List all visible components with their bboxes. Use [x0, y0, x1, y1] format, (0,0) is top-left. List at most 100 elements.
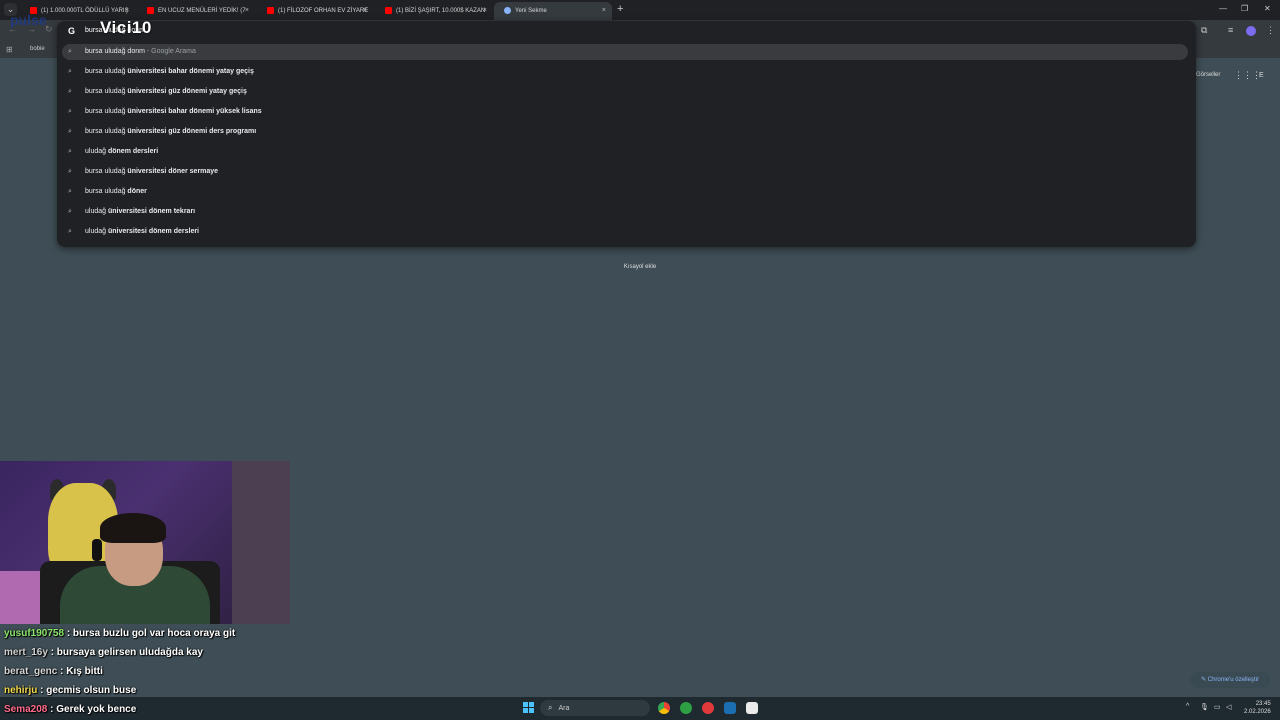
- tab-close-icon[interactable]: ×: [602, 2, 606, 20]
- tab-label: (1) BİZİ ŞAŞIRT, 10.000$ KAZAN: [396, 8, 486, 14]
- suggestion-item[interactable]: ⌕ bursa uludağ döner: [68, 186, 147, 198]
- suggestion-prefix: bursa uludağ: [85, 88, 128, 95]
- clock[interactable]: 23:45 2.02.2026: [1244, 700, 1271, 716]
- chat-message: yusuf190758 : bursa buzlu gol var hoca o…: [4, 628, 235, 639]
- account-avatar[interactable]: E: [1259, 72, 1264, 79]
- stream-title: Vici10: [100, 18, 152, 37]
- suggestion-item[interactable]: ⌕ bursa uludağ üniversitesi bahar dönemi …: [68, 106, 262, 118]
- close-window-icon[interactable]: ✕: [1264, 4, 1271, 13]
- clock-date: 2.02.2026: [1244, 709, 1271, 715]
- suggestion-prefix: bursa uludağ: [85, 128, 128, 135]
- chat-username: nehirju: [4, 685, 38, 696]
- search-icon: ⌕: [68, 148, 72, 155]
- tab-label: Yeni Sekme: [515, 8, 547, 14]
- chat-message: mert_16y : bursaya gelirsen uludağda kay: [4, 647, 203, 658]
- suggestion-prefix: uludağ: [85, 208, 108, 215]
- chat-text: : gecmis olsun buse: [37, 685, 137, 696]
- network-icon[interactable]: ▭: [1214, 703, 1221, 711]
- tab-5-active[interactable]: Yeni Sekme ×: [494, 2, 612, 20]
- minimize-icon[interactable]: —: [1219, 4, 1227, 13]
- suggestion-item[interactable]: ⌕ bursa uludağ üniversitesi güz dönemi ya…: [68, 86, 247, 98]
- chat-username: Sema208: [4, 704, 48, 715]
- search-icon: ⌕: [68, 228, 72, 235]
- tray-overflow-icon[interactable]: ^: [1186, 703, 1189, 710]
- streamer-hair: [100, 513, 166, 543]
- youtube-icon: [147, 6, 154, 14]
- suggestion-prefix: bursa uludağ: [85, 108, 128, 115]
- google-apps-icon[interactable]: ⋮⋮⋮: [1234, 70, 1261, 81]
- suggestion-item[interactable]: ⌕ bursa uludağ üniversitesi bahar dönemi …: [68, 66, 254, 78]
- google-icon: G: [68, 26, 76, 36]
- chat-text: : bursa buzlu gol var hoca oraya git: [64, 628, 236, 639]
- headset: [92, 539, 102, 561]
- tab-4[interactable]: (1) BİZİ ŞAŞIRT, 10.000$ KAZAN ×: [375, 2, 493, 20]
- search-icon: ⌕: [68, 48, 72, 55]
- add-shortcut-label[interactable]: Kısayol ekle: [612, 264, 668, 270]
- chat-username: yusuf190758: [4, 628, 65, 639]
- suggestion-prefix: bursa uludağ: [85, 188, 128, 195]
- search-icon: ⌕: [68, 88, 72, 95]
- taskbar-search[interactable]: ⌕ Ara: [540, 700, 650, 716]
- suggestion-item[interactable]: ⌕ uludağ dönem dersleri: [68, 146, 158, 158]
- restore-icon[interactable]: ❐: [1241, 4, 1248, 13]
- steam-icon[interactable]: [724, 702, 736, 714]
- tab-3[interactable]: (1) FİLOZOF ORHAN EV ZİYARE ×: [257, 2, 373, 20]
- suggestion-completion: üniversitesi döner sermaye: [127, 168, 219, 175]
- chrome-taskbar-icon[interactable]: [658, 702, 670, 714]
- new-tab-button[interactable]: +: [617, 3, 623, 15]
- suggestion-completion: üniversitesi bahar dönemi yatay geçiş: [127, 68, 254, 75]
- tab-close-icon[interactable]: ×: [483, 2, 487, 20]
- stream-logo: pulse: [10, 12, 47, 28]
- suggestion-item[interactable]: ⌕ uludağ üniversitesi dönem dersleri: [68, 226, 199, 238]
- tab-label: (1) FİLOZOF ORHAN EV ZİYARE: [278, 8, 369, 14]
- search-placeholder: Ara: [558, 705, 570, 712]
- customize-chrome-button[interactable]: ✎ Chrome'u özelleştir: [1190, 672, 1270, 688]
- tab-label: EN UCUZ MENÜLERİ YEDİK! (7: [158, 8, 246, 14]
- suggestion-item[interactable]: ⌕ uludağ üniversitesi dönem tekrarı: [68, 206, 195, 218]
- images-link[interactable]: Görseller: [1196, 72, 1220, 78]
- tab-close-icon[interactable]: ×: [245, 2, 249, 20]
- tab-close-icon[interactable]: ×: [363, 2, 367, 20]
- suggestion-completion: döner: [127, 188, 147, 195]
- profile-avatar[interactable]: [1246, 26, 1256, 36]
- suggestion-prefix: uludağ: [85, 148, 108, 155]
- tab-2[interactable]: EN UCUZ MENÜLERİ YEDİK! (7 ×: [137, 2, 255, 20]
- search-icon: ⌕: [68, 188, 72, 195]
- tab-label: (1) 1.000.000TL ÖDÜLLÜ YARIŞ: [41, 8, 129, 14]
- suggestion-item[interactable]: ⌕ bursa uludağ donm - Google Arama: [68, 46, 196, 58]
- xbox-icon[interactable]: [680, 702, 692, 714]
- suggestion-completion: üniversitesi güz dönemi ders programı: [127, 128, 257, 135]
- bookmark-item[interactable]: bobie: [30, 46, 45, 52]
- chat-text: : bursaya gelirsen uludağda kay: [47, 647, 203, 658]
- menu-icon[interactable]: ⋮: [1266, 25, 1275, 36]
- suggestion-item[interactable]: ⌕ bursa uludağ üniversitesi güz dönemi de…: [68, 126, 256, 138]
- youtube-icon: [267, 6, 274, 14]
- search-icon: ⌕: [68, 168, 72, 175]
- search-icon: ⌕: [68, 208, 72, 215]
- chat-text: : Gerek yok bence: [47, 704, 137, 715]
- suggestion-completion: üniversitesi bahar dönemi yüksek lisans: [127, 108, 262, 115]
- webcam-overlay: [0, 461, 290, 624]
- webcam-wall: [232, 461, 290, 624]
- media-icon[interactable]: ≡: [1228, 25, 1233, 35]
- suggestion-completion: üniversitesi dönem dersleri: [107, 228, 200, 235]
- windows-start-icon[interactable]: [523, 702, 535, 714]
- chat-message: berat_genc : Kış bitti: [4, 666, 103, 677]
- capcut-icon[interactable]: [746, 702, 758, 714]
- suggestion-item[interactable]: ⌕ bursa uludağ üniversitesi döner sermaye: [68, 166, 218, 178]
- app-icon[interactable]: [702, 702, 714, 714]
- clock-time: 23:45: [1255, 701, 1271, 707]
- microphone-icon[interactable]: 🎙: [1200, 703, 1209, 711]
- suggestion-highlight: [62, 44, 1188, 60]
- extensions-icon[interactable]: ⧉: [1201, 25, 1207, 36]
- suggestion-prefix: bursa uludağ donm: [85, 48, 145, 55]
- apps-icon[interactable]: ⊞: [6, 45, 13, 54]
- search-icon: ⌕: [68, 108, 72, 115]
- youtube-icon: [385, 6, 392, 14]
- search-icon: ⌕: [68, 128, 72, 135]
- volume-icon[interactable]: ◁: [1226, 703, 1231, 711]
- suggestion-completion: dönem dersleri: [107, 148, 159, 155]
- search-icon: ⌕: [68, 68, 72, 75]
- suggestion-completion: üniversitesi dönem tekrarı: [107, 208, 196, 215]
- suggestion-completion: üniversitesi güz dönemi yatay geçiş: [127, 88, 247, 95]
